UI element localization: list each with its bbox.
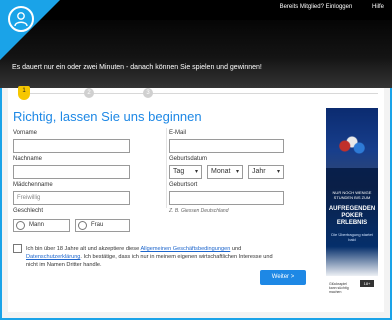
last-name-label: Nachname xyxy=(13,156,43,162)
dob-label: Geburtsdatum xyxy=(169,156,208,162)
ad-footer-text: Glücksspiel kann süchtig machen xyxy=(329,282,349,294)
email-label: E-Mail xyxy=(169,130,187,136)
birthplace-field[interactable] xyxy=(169,191,284,205)
age-badge: 18+ xyxy=(360,280,374,287)
radio-circle-icon[interactable] xyxy=(16,221,25,230)
poker-chips-icon xyxy=(334,136,370,156)
birthplace-label: Geburtsort xyxy=(169,182,198,188)
dob-month-select[interactable]: Monat ▾ xyxy=(207,165,243,179)
next-button[interactable]: Weiter > xyxy=(260,270,306,285)
dob-year-value: Jahr xyxy=(252,168,266,175)
gender-female-option[interactable]: Frau xyxy=(75,219,130,232)
gender-label: Geschlecht xyxy=(13,208,44,214)
login-link[interactable]: Bereits Mitglied? Einloggen xyxy=(280,4,353,10)
first-name-field[interactable] xyxy=(13,139,130,153)
user-avatar-icon[interactable] xyxy=(8,6,34,32)
last-name-field[interactable] xyxy=(13,165,130,179)
terms-mid: und xyxy=(230,246,242,252)
maiden-name-field[interactable]: Freiwillig xyxy=(13,191,130,205)
privacy-link[interactable]: Datenschutzerklärung xyxy=(26,254,80,260)
registration-panel: 1 2 3 Richtig, lassen Sie uns beginnen V… xyxy=(8,86,384,312)
step-track xyxy=(24,93,378,94)
step-indicator: 1 2 3 xyxy=(18,86,378,100)
gender-male-label: Mann xyxy=(29,222,45,228)
terms-text: Ich bin über 18 Jahre alt und akzeptiere… xyxy=(26,245,284,269)
birthplace-hint: Z. B. Giessen Deutschland xyxy=(169,208,229,214)
step-2: 2 xyxy=(84,88,94,98)
top-links: Bereits Mitglied? Einloggen Hilfe xyxy=(262,4,384,10)
gender-female-label: Frau xyxy=(91,222,104,228)
poker-ad-banner[interactable]: NUR NOCH WENIGE STUNDEN BIS ZUM AUFREGEN… xyxy=(326,108,378,306)
step-1: 1 xyxy=(18,86,30,100)
terms-link[interactable]: Allgemeinen Geschäftsbedingungen xyxy=(140,246,230,252)
email-field[interactable] xyxy=(169,139,284,153)
hero-tagline: Es dauert nur ein oder zwei Minuten - da… xyxy=(12,64,262,71)
gender-male-option[interactable]: Mann xyxy=(13,219,70,232)
page-title: Richtig, lassen Sie uns beginnen xyxy=(13,109,202,124)
terms-prefix: Ich bin über 18 Jahre alt und akzeptiere… xyxy=(26,246,141,252)
column-divider xyxy=(166,128,167,208)
chevron-down-icon: ▾ xyxy=(276,169,280,175)
dob-month-value: Monat xyxy=(211,168,231,175)
dob-day-value: Tag xyxy=(173,168,185,175)
chevron-down-icon: ▾ xyxy=(194,169,198,175)
ad-line1: NUR NOCH WENIGE STUNDEN BIS ZUM xyxy=(332,190,372,200)
chevron-down-icon: ▾ xyxy=(235,169,239,175)
ad-line3: Die Übertragung startet bald xyxy=(331,232,373,242)
help-link[interactable]: Hilfe xyxy=(372,4,384,10)
dob-year-select[interactable]: Jahr ▾ xyxy=(248,165,284,179)
step-3: 3 xyxy=(143,88,153,98)
maiden-name-label: Mädchenname xyxy=(13,182,53,188)
dob-day-select[interactable]: Tag ▾ xyxy=(169,165,202,179)
terms-checkbox[interactable] xyxy=(13,244,22,253)
ad-headline: AUFREGENDEN POKER ERLEBNIS xyxy=(328,206,376,226)
radio-circle-icon[interactable] xyxy=(78,221,87,230)
first-name-label: Vorname xyxy=(13,130,38,136)
